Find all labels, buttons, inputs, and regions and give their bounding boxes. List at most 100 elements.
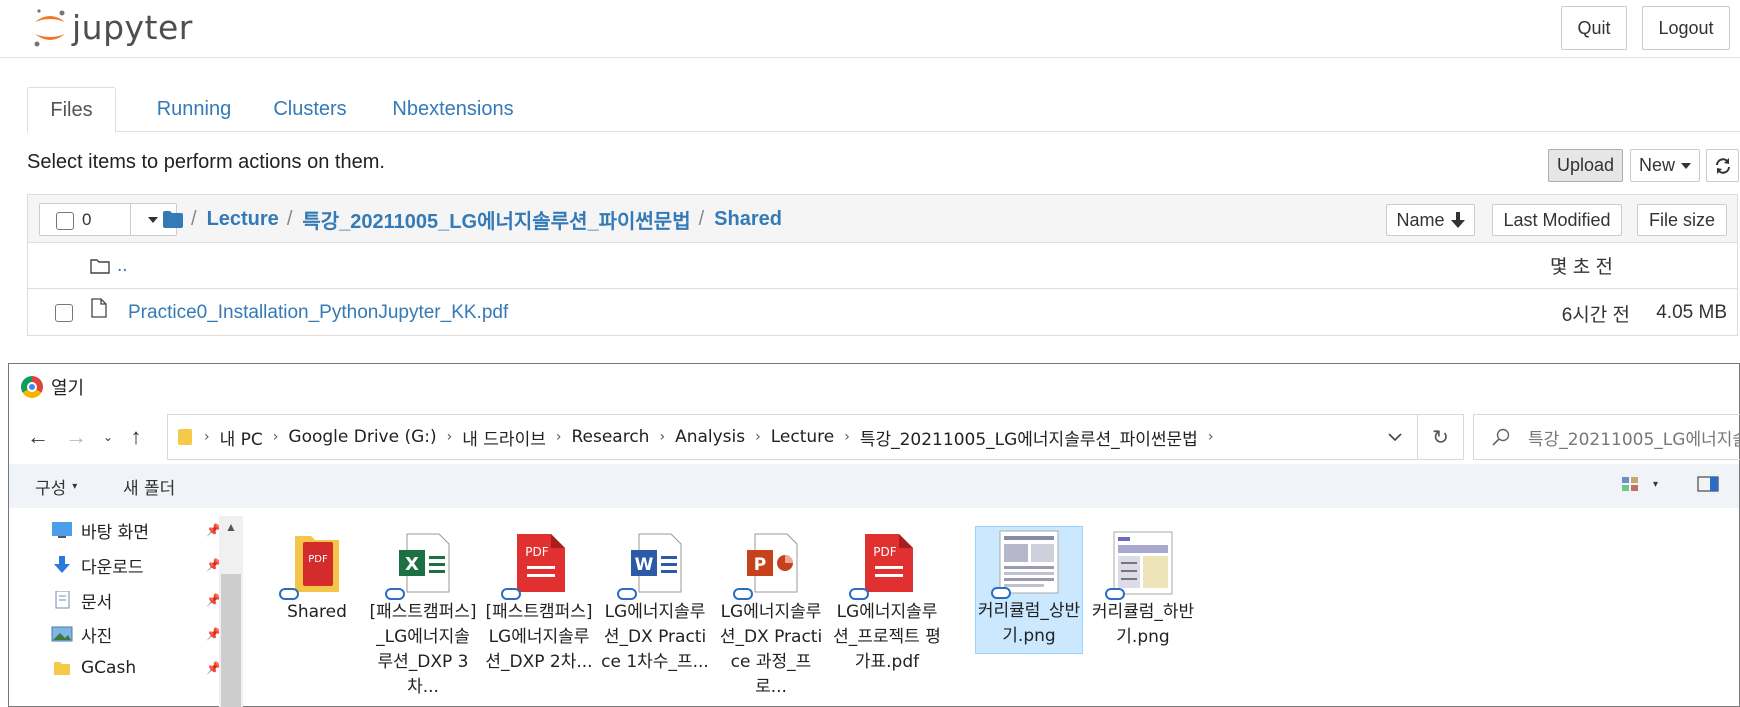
preview-pane-button[interactable]	[1697, 476, 1719, 492]
folder-home-icon[interactable]	[163, 210, 183, 228]
caret-down-icon: ▾	[1653, 478, 1659, 490]
sidebar-item-documents[interactable]: 문서 📌	[51, 586, 221, 614]
back-arrow-icon[interactable]: ←	[23, 422, 53, 452]
file-item[interactable]: P LG에너지솔루션_DX Practice 과정_프로...	[717, 528, 825, 700]
address-history-dropdown[interactable]	[1372, 415, 1417, 459]
tab-clusters[interactable]: Clusters	[260, 87, 360, 132]
address-segment[interactable]: 내 PC	[220, 425, 263, 450]
new-dropdown-button[interactable]: New	[1630, 149, 1700, 182]
dialog-title: 열기	[51, 378, 85, 399]
file-label: [패스트캠퍼스]_LG에너지솔루션_DXP 3차...	[369, 602, 477, 697]
refresh-button[interactable]	[1706, 149, 1739, 182]
navigation-pane: 바탕 화면 📌 다운로드 📌 문서 📌 사진 📌 GCash 📌	[9, 516, 221, 707]
sidebar-item-label: 사진	[81, 626, 113, 647]
address-segment[interactable]: Analysis	[675, 427, 745, 447]
file-list: 0 / Lecture / 특강_20211005_LG에너지솔루션_파이썬문법…	[27, 194, 1738, 336]
file-label: 커리큘럼_하반기.png	[1091, 602, 1195, 647]
breadcrumb-lecture[interactable]: Lecture	[207, 208, 279, 231]
file-item[interactable]: W LG에너지솔루션_DX Practice 1차수_프...	[601, 528, 709, 675]
selected-count: 0	[82, 210, 92, 229]
file-label: 커리큘럼_상반기.png	[977, 601, 1081, 646]
tab-files[interactable]: Files	[27, 87, 116, 133]
row-modified: 몇 초 전	[1550, 257, 1613, 278]
tab-nbextensions[interactable]: Nbextensions	[383, 87, 523, 132]
svg-text:PDF: PDF	[525, 545, 548, 559]
file-item[interactable]: PDF LG에너지솔루션_프로젝트 평가표.pdf	[833, 528, 941, 675]
sort-by-modified-button[interactable]: Last Modified	[1492, 204, 1622, 236]
breadcrumb-shared[interactable]: Shared	[714, 208, 782, 231]
pdf-icon: PDF	[501, 530, 569, 600]
sidebar-item-gcash[interactable]: GCash 📌	[51, 654, 221, 682]
jupyter-logo-text: jupyter	[72, 7, 193, 47]
quit-button[interactable]: Quit	[1561, 6, 1627, 50]
select-all-checkbox[interactable]	[56, 212, 74, 230]
jupyter-logo[interactable]: jupyter	[32, 4, 193, 50]
address-refresh-button[interactable]: ↻	[1418, 414, 1464, 460]
search-icon	[1492, 428, 1510, 446]
sidebar-item-label: 다운로드	[81, 557, 144, 578]
file-item[interactable]: PDF [패스트캠퍼스]LG에너지솔루션_DXP 2차...	[485, 528, 593, 675]
row-checkbox[interactable]	[55, 304, 73, 322]
sort-by-size-button[interactable]: File size	[1637, 204, 1727, 236]
view-icon	[1622, 477, 1638, 491]
sidebar-item-pictures[interactable]: 사진 📌	[51, 620, 221, 648]
caret-down-icon	[147, 216, 158, 223]
address-segment[interactable]: 내 드라이브	[462, 425, 546, 450]
chevron-right-icon[interactable]: ›	[844, 429, 850, 445]
folder-search-input[interactable]: 특강_20211005_LG에너지솔루션_파이썬문법 검색	[1473, 414, 1740, 460]
chevron-right-icon[interactable]: ›	[204, 429, 210, 445]
address-segment[interactable]: Lecture	[771, 427, 835, 447]
organize-button[interactable]: 구성 ▾	[35, 474, 77, 499]
chevron-right-icon[interactable]: ›	[755, 429, 761, 445]
svg-text:X: X	[405, 554, 419, 575]
view-options-button[interactable]: ▾	[1621, 476, 1658, 492]
parent-dir-link[interactable]: ..	[117, 255, 128, 277]
chevron-right-icon[interactable]: ›	[556, 429, 562, 445]
chevron-right-icon[interactable]: ›	[447, 429, 453, 445]
sidebar-item-label: 바탕 화면	[81, 522, 149, 543]
breadcrumb-separator: /	[191, 207, 197, 230]
chrome-icon	[21, 376, 43, 398]
list-item-pdf[interactable]: Practice0_Installation_PythonJupyter_KK.…	[28, 290, 1737, 336]
address-segment[interactable]: Google Drive (G:)	[288, 427, 436, 447]
file-item[interactable]: 커리큘럼_하반기.png	[1089, 528, 1197, 650]
forward-arrow-icon[interactable]: →	[61, 422, 91, 452]
tab-running[interactable]: Running	[139, 87, 249, 132]
chevron-right-icon[interactable]: ›	[273, 429, 279, 445]
address-segment[interactable]: 특강_20211005_LG에너지솔루션_파이썬문법	[860, 425, 1198, 450]
logout-button[interactable]: Logout	[1642, 6, 1730, 50]
dialog-toolbar: 구성 ▾ 새 폴더 ▾	[9, 464, 1739, 508]
upload-button[interactable]: Upload	[1548, 149, 1623, 182]
file-name-link[interactable]: Practice0_Installation_PythonJupyter_KK.…	[128, 302, 508, 324]
up-arrow-icon[interactable]: ↑	[121, 422, 151, 452]
cloud-icon	[501, 588, 521, 600]
chevron-right-icon[interactable]: ›	[1208, 429, 1214, 445]
dialog-title-bar: 열기	[21, 374, 84, 400]
scroll-up-arrow-icon[interactable]: ▲	[225, 520, 237, 534]
cloud-icon	[733, 588, 753, 600]
sidebar-item-desktop[interactable]: 바탕 화면 📌	[51, 516, 221, 544]
list-item-parent-dir[interactable]: .. 몇 초 전	[28, 243, 1737, 289]
organize-label: 구성	[35, 479, 67, 499]
scrollbar-thumb[interactable]	[221, 574, 241, 707]
new-folder-button[interactable]: 새 폴더	[123, 474, 175, 499]
breadcrumb-course-folder[interactable]: 특강_20211005_LG에너지솔루션_파이썬문법	[302, 205, 690, 234]
select-items-message: Select items to perform actions on them.	[27, 151, 385, 173]
navigation-pane-scrollbar[interactable]: ▲	[219, 516, 243, 707]
file-label: Shared	[287, 602, 347, 622]
file-list-header: 0 / Lecture / 특강_20211005_LG에너지솔루션_파이썬문법…	[28, 195, 1737, 243]
file-item[interactable]: X [패스트캠퍼스]_LG에너지솔루션_DXP 3차...	[369, 528, 477, 700]
refresh-icon: ↻	[1432, 426, 1449, 449]
address-bar[interactable]: › 내 PC › Google Drive (G:) › 내 드라이브 › Re…	[167, 414, 1418, 460]
address-segment[interactable]: Research	[571, 427, 649, 447]
file-item[interactable]: PDF Shared	[263, 528, 371, 625]
cloud-icon	[991, 587, 1011, 599]
sort-by-name-button[interactable]: Name	[1386, 204, 1475, 236]
chevron-right-icon[interactable]: ›	[659, 429, 665, 445]
cloud-icon	[279, 588, 299, 600]
file-icon	[91, 298, 107, 318]
recent-locations-chevron-icon[interactable]: ⌄	[93, 422, 123, 452]
breadcrumb-separator: /	[286, 207, 293, 230]
sidebar-item-downloads[interactable]: 다운로드 📌	[51, 551, 221, 579]
file-item-selected[interactable]: 커리큘럼_상반기.png	[975, 526, 1083, 654]
